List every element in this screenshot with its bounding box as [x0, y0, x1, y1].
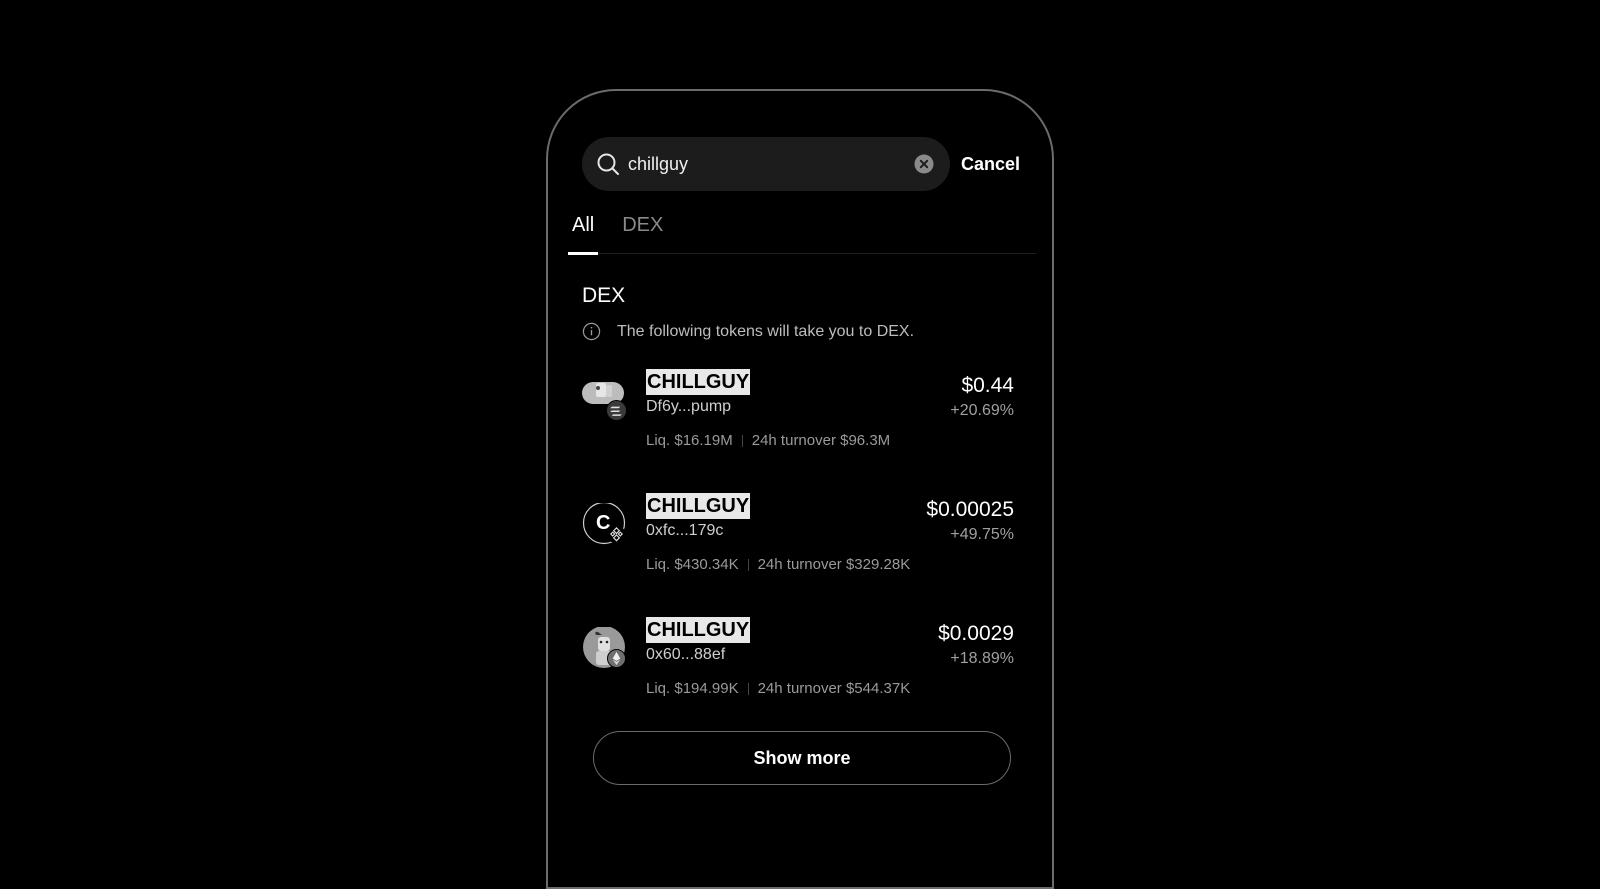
- token-turnover: 24h turnover $544.37K: [757, 680, 911, 697]
- token-name: CHILLGUY: [646, 369, 751, 395]
- token-change: +20.69%: [950, 402, 1014, 419]
- token-liquidity: Liq. $16.19M: [646, 432, 733, 449]
- token-row[interactable]: C CHILLGUY 0xfc...179c Liq. $430.34K 24h…: [582, 493, 1014, 603]
- search-input[interactable]: [628, 153, 914, 175]
- token-price: $0.0029: [938, 622, 1014, 645]
- token-stats: Liq. $430.34K 24h turnover $329.28K: [646, 556, 910, 573]
- token-change: +18.89%: [950, 650, 1014, 667]
- solana-icon: [606, 400, 627, 421]
- search-icon: [597, 153, 619, 175]
- token-address: 0x60...88ef: [646, 646, 726, 663]
- tab-bar: All DEX: [568, 209, 1036, 255]
- notice-text: The following tokens will take you to DE…: [617, 322, 915, 340]
- token-turnover: 24h turnover $329.28K: [757, 556, 911, 573]
- search-box[interactable]: [582, 137, 950, 191]
- token-stats: Liq. $194.99K 24h turnover $544.37K: [646, 680, 910, 697]
- cancel-button[interactable]: Cancel: [961, 154, 1020, 175]
- info-icon: [582, 322, 601, 341]
- stats-divider: [741, 434, 743, 447]
- token-price: $0.00025: [926, 498, 1014, 521]
- token-turnover: 24h turnover $96.3M: [751, 432, 891, 449]
- token-address: Df6y...pump: [646, 398, 732, 415]
- show-more-button[interactable]: Show more: [593, 731, 1011, 785]
- token-liquidity: Liq. $194.99K: [646, 680, 739, 697]
- stats-divider: [747, 558, 749, 571]
- tab-dex[interactable]: DEX: [618, 209, 667, 254]
- bnb-icon: [607, 525, 626, 544]
- tab-all[interactable]: All: [568, 209, 599, 255]
- token-stats: Liq. $16.19M 24h turnover $96.3M: [646, 432, 890, 449]
- token-price: $0.44: [961, 374, 1014, 397]
- stats-divider: [747, 682, 749, 695]
- token-address: 0xfc...179c: [646, 522, 724, 539]
- search-row: Cancel: [582, 137, 1022, 191]
- token-liquidity: Liq. $430.34K: [646, 556, 739, 573]
- token-name: CHILLGUY: [646, 617, 751, 643]
- section-title: DEX: [582, 284, 626, 307]
- phone-frame: Cancel All DEX DEX The following tokens …: [546, 89, 1054, 889]
- token-change: +49.75%: [950, 526, 1014, 543]
- ethereum-icon: [607, 649, 626, 668]
- token-row[interactable]: CHILLGUY 0x60...88ef Liq. $194.99K 24h t…: [582, 617, 1014, 727]
- token-name: CHILLGUY: [646, 493, 751, 519]
- token-row[interactable]: CHILLGUY Df6y...pump Liq. $16.19M 24h tu…: [582, 369, 1014, 479]
- clear-icon[interactable]: [914, 154, 934, 174]
- dex-notice: The following tokens will take you to DE…: [582, 322, 914, 341]
